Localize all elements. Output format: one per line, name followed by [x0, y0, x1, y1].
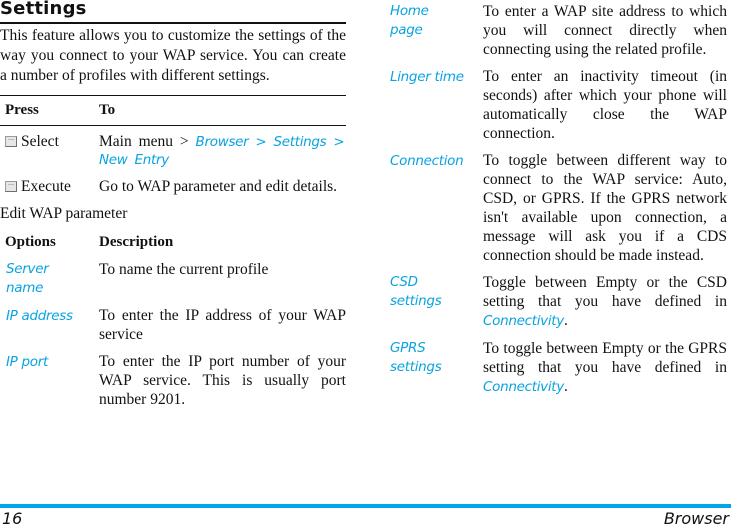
- option-description: To enter a WAP site address to which you…: [483, 3, 727, 58]
- header-press: Press: [5, 102, 39, 118]
- edit-subtitle: Edit WAP parameter: [0, 205, 128, 222]
- option-description: To enter the IP address of your WAP serv…: [99, 307, 346, 343]
- option-ip-port: IP port: [6, 354, 48, 370]
- intro-paragraph: This feature allows you to customize the…: [0, 27, 346, 84]
- page-number: 16: [2, 509, 23, 528]
- right-column: Home page To enter a WAP site address to…: [390, 0, 727, 397]
- title-rule: [0, 22, 346, 24]
- option-description: To name the current profile: [99, 261, 269, 278]
- execute-key-icon: [5, 181, 17, 192]
- options-table-header: Options Description: [0, 223, 346, 260]
- option-row: Server name To name the current profile: [0, 260, 346, 298]
- chapter-name: Browser: [663, 509, 729, 528]
- option-ip-address: IP address: [6, 308, 73, 324]
- press-table-header: Press To: [0, 96, 346, 125]
- option-description: To enter the IP port number of your WAP …: [99, 353, 346, 408]
- header-to: To: [99, 102, 116, 118]
- option-row: Home page To enter a WAP site address to…: [390, 2, 727, 59]
- option-row: GPRS settings To toggle between Empty or…: [390, 339, 727, 397]
- option-description: To enter an inactivity timeout (in secon…: [483, 68, 727, 142]
- option-row: IP port To enter the IP port number of y…: [0, 352, 346, 409]
- press-action: Go to WAP parameter and edit details.: [99, 178, 338, 195]
- option-csd-settings: CSD settings: [390, 274, 442, 309]
- header-description: Description: [99, 234, 174, 250]
- press-action: Main menu > Browser > Settings > New Ent…: [99, 133, 345, 168]
- option-linger-time: Linger time: [390, 69, 464, 85]
- option-connection: Connection: [390, 153, 464, 169]
- section-title: Settings: [0, 0, 87, 19]
- press-row-select: Select Main menu > Browser > Settings > …: [0, 133, 346, 169]
- option-description: To toggle between Empty or the GPRS sett…: [483, 340, 727, 395]
- option-row: CSD settings Toggle between Empty or the…: [390, 273, 727, 331]
- path-link-settings[interactable]: Settings: [273, 134, 326, 150]
- path-link-browser[interactable]: Browser: [196, 134, 249, 150]
- option-description: Toggle between Empty or the CSD setting …: [483, 274, 727, 329]
- connectivity-link[interactable]: Connectivity: [483, 313, 564, 329]
- connectivity-link[interactable]: Connectivity: [483, 379, 564, 395]
- key-label: Execute: [21, 178, 71, 195]
- option-description: To toggle between different way to conne…: [483, 152, 727, 264]
- option-row: IP address To enter the IP address of yo…: [0, 306, 346, 344]
- option-row: Linger time To enter an inactivity timeo…: [390, 67, 727, 143]
- press-row-execute: Execute Go to WAP parameter and edit det…: [0, 178, 346, 196]
- key-label: Select: [21, 133, 59, 150]
- path-link-new-entry[interactable]: New Entry: [99, 152, 169, 168]
- option-row: Connection To toggle between different w…: [390, 151, 727, 265]
- footer-accent-rule: [0, 504, 731, 508]
- option-gprs-settings: GPRS settings: [390, 340, 442, 375]
- option-home-page: Home page: [390, 3, 429, 38]
- option-server-name: Server name: [6, 261, 49, 296]
- header-options: Options: [5, 234, 56, 250]
- select-key-icon: [5, 136, 17, 147]
- left-column: Settings This feature allows you to cust…: [0, 0, 346, 409]
